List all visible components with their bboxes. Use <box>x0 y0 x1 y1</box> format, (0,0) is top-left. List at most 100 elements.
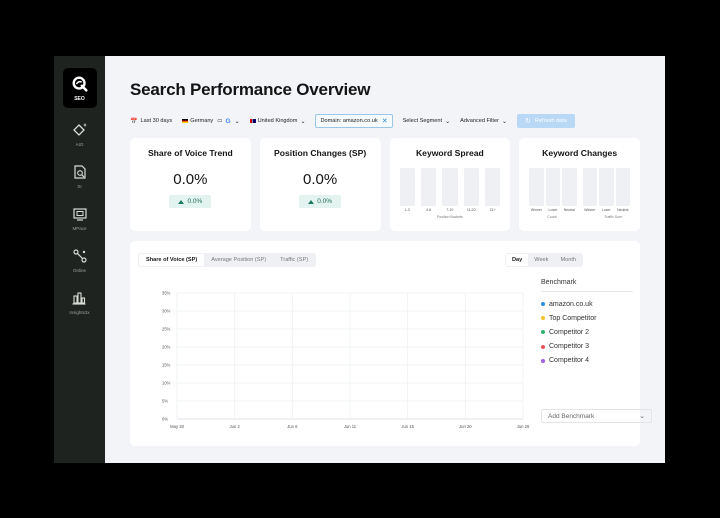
card-title: Keyword Spread <box>415 148 484 158</box>
delta-value: 0.0% <box>187 198 203 205</box>
sidebar: SEO AIO SI MPace Online Insights3x <box>54 56 105 463</box>
sidebar-item-label: MPace <box>72 226 87 231</box>
y-tick-label: 10% <box>162 381 171 386</box>
benchmark-legend: Benchmark amazon.co.uk Top Competitor Co… <box>541 279 633 368</box>
page-title: Search Performance Overview <box>130 80 371 99</box>
y-tick-label: 20% <box>162 345 171 350</box>
bucket-label: 7-10 <box>446 208 454 212</box>
add-benchmark-select[interactable]: Add Benchmark ⌄ <box>541 409 652 423</box>
card-value: 0.0% <box>173 171 208 188</box>
date-range-label: Last 30 days <box>140 118 173 124</box>
bucket-bar <box>484 168 501 206</box>
benchmark-item[interactable]: Competitor 2 <box>541 325 633 339</box>
y-tick-label: 25% <box>162 327 171 332</box>
segment-select[interactable]: Select Segment ⌄ <box>403 118 451 125</box>
search-document-icon <box>73 165 86 179</box>
advanced-filter-select[interactable]: Advanced Filter ⌄ <box>460 118 507 125</box>
kpi-cards: Share of Voice Trend 0.0% 0.0% Position … <box>130 138 640 231</box>
series-dot <box>541 344 545 349</box>
spread-bars <box>399 168 501 206</box>
bucket-label: 1-3 <box>404 208 410 212</box>
sidebar-item-insights[interactable]: Insights3x <box>69 290 90 315</box>
app-window: SEO AIO SI MPace Online Insights3x Searc… <box>54 56 665 463</box>
count-caption: Count <box>547 215 557 219</box>
seo-logo-button[interactable]: SEO <box>62 68 97 108</box>
sidebar-item-mpace[interactable]: MPace <box>72 206 88 231</box>
change-label: Winner <box>530 208 543 212</box>
sidebar-item-label: Online <box>72 268 86 273</box>
tab-month[interactable]: Month <box>554 254 582 266</box>
calendar-icon: 📅 <box>130 118 138 125</box>
sidebar-item-label: Insights3x <box>69 310 90 315</box>
delta-value: 0.0% <box>317 198 333 205</box>
uk-flag-icon <box>249 119 256 123</box>
change-bar <box>562 168 577 206</box>
date-range-select[interactable]: 📅 Last 30 days <box>130 118 172 125</box>
change-label: Winner <box>584 208 596 212</box>
sidebar-item-aio[interactable]: AIO <box>72 122 88 147</box>
main-content: Search Performance Overview 📅 Last 30 da… <box>105 56 665 463</box>
benchmark-label: amazon.co.uk <box>549 300 593 308</box>
x-tick-label: May 28 <box>170 424 184 429</box>
nodes-icon <box>72 249 87 263</box>
y-tick-label: 15% <box>162 363 171 368</box>
performance-chart-panel: Share of Voice (SP) Average Position (SP… <box>130 241 652 446</box>
refresh-data-button[interactable]: ↻ Refresh data <box>517 114 575 128</box>
chevron-down-icon: ⌄ <box>639 413 645 420</box>
card-title: Keyword Changes <box>542 148 618 158</box>
y-tick-label: 30% <box>162 309 171 314</box>
sidebar-item-si[interactable]: SI <box>72 164 88 189</box>
sidebar-item-online[interactable]: Online <box>72 248 88 273</box>
benchmark-item[interactable]: Top Competitor <box>541 311 633 325</box>
change-bar <box>615 168 630 206</box>
change-labels: Winner Loser Neutral Winner Loser Neutra… <box>529 208 630 212</box>
chevron-down-icon: ⌄ <box>445 118 451 125</box>
benchmark-label: Top Competitor <box>549 314 597 322</box>
sidebar-item-label: AIO <box>75 142 84 147</box>
benchmark-title: Benchmark <box>541 279 633 292</box>
domain-filter-chip[interactable]: Domain: amazon.co.uk ✕ <box>315 114 393 128</box>
y-tick-label: 35% <box>162 291 171 296</box>
series-dot <box>541 316 545 321</box>
logo-icon <box>72 76 88 92</box>
card-title: Share of Voice Trend <box>147 148 233 158</box>
chevron-down-icon: ⌄ <box>501 118 507 125</box>
bucket-label: 11-20 <box>466 208 476 212</box>
bucket-label: 21+ <box>489 208 496 212</box>
series-dot <box>541 330 545 335</box>
change-label: Loser <box>548 208 558 212</box>
x-tick-label: Jun 11 <box>344 424 357 429</box>
sparkle-diamond-icon <box>72 123 87 136</box>
keyword-spread-card: Keyword Spread 1-3 4-6 7-10 11-20 21+ Po… <box>389 138 511 231</box>
market-select[interactable]: United Kingdom ⌄ <box>249 118 305 125</box>
card-value: 0.0% <box>303 171 338 188</box>
country-label: Germany <box>190 118 214 124</box>
trend-up-icon <box>308 199 315 204</box>
bucket-caption: Position Buckets <box>436 215 463 219</box>
tab-week[interactable]: Week <box>528 254 554 266</box>
domain-label: Domain: amazon.co.uk <box>320 118 378 124</box>
benchmark-item[interactable]: Competitor 4 <box>541 354 633 368</box>
bucket-bar <box>442 168 458 206</box>
series-dot <box>541 358 545 363</box>
chevron-down-icon: ⌄ <box>234 118 240 125</box>
y-tick-label: 0% <box>162 417 168 422</box>
country-engine-select[interactable]: Germany ▭ G ⌄ <box>182 118 240 125</box>
add-benchmark-label: Add Benchmark <box>548 412 595 420</box>
x-tick-label: Jun 6 <box>287 424 298 429</box>
bucket-bar <box>399 168 415 206</box>
y-tick-label: 5% <box>162 399 168 404</box>
benchmark-item[interactable]: Competitor 3 <box>541 340 633 354</box>
traffic-sum-caption: Traffic Sum <box>604 215 622 219</box>
market-label: United Kingdom <box>257 118 298 124</box>
filter-bar: 📅 Last 30 days Germany ▭ G ⌄ United King… <box>130 114 640 128</box>
close-icon[interactable]: ✕ <box>382 117 388 125</box>
segment-label: Select Segment <box>402 118 443 124</box>
changes-bars <box>529 168 630 206</box>
trend-up-icon <box>178 199 185 204</box>
bucket-label: 4-6 <box>425 208 432 212</box>
delta-badge: 0.0% <box>299 195 342 208</box>
card-title: Position Changes (SP) <box>274 148 367 158</box>
keyword-changes-card: Keyword Changes Winner Loser Neutral Win… <box>519 138 640 231</box>
benchmark-item[interactable]: amazon.co.uk <box>541 297 633 311</box>
